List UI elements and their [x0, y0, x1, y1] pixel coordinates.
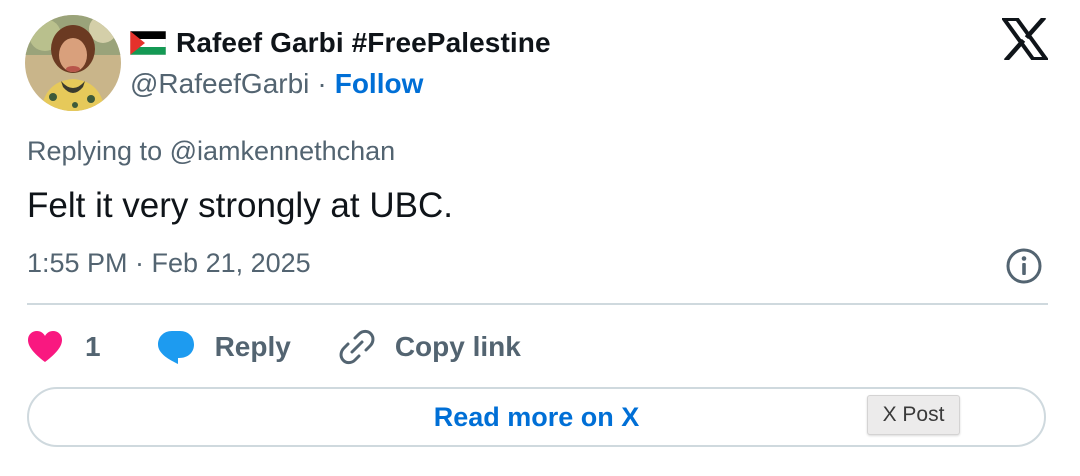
like-count: 1: [85, 331, 101, 362]
x-logo-icon[interactable]: [1002, 18, 1048, 60]
replying-to-handle[interactable]: @iamkennethchan: [170, 136, 396, 166]
replying-to-prefix: Replying to: [27, 136, 163, 166]
reply-bubble-icon: [157, 331, 194, 364]
author-name-row: Rafeef Garbi #FreePalestine: [130, 25, 551, 61]
heart-icon: [28, 331, 62, 362]
tweet-text: Felt it very strongly at UBC.: [27, 186, 453, 225]
reply-label: Reply: [214, 331, 291, 362]
palestine-flag-icon: [130, 31, 166, 55]
copy-link-button[interactable]: Copy link: [339, 329, 521, 365]
copy-link-label: Copy link: [394, 331, 521, 362]
replying-to-line: Replying to @iamkennethchan: [27, 136, 395, 167]
author-display-name[interactable]: Rafeef Garbi #FreePalestine: [176, 27, 551, 59]
tooltip: X Post: [867, 395, 960, 435]
avatar[interactable]: [25, 15, 121, 111]
link-icon: [339, 329, 375, 365]
handle-separator: ·: [317, 68, 327, 99]
embedded-post-card: Rafeef Garbi #FreePalestine @RafeefGarbi…: [0, 0, 1080, 476]
like-button[interactable]: 1: [27, 330, 101, 364]
tweet-timestamp[interactable]: 1:55 PM · Feb 21, 2025: [27, 248, 311, 279]
action-bar: 1 Reply Copy link: [27, 322, 521, 372]
follow-button[interactable]: Follow: [335, 68, 424, 100]
author-handle-row: @RafeefGarbi · Follow: [130, 66, 423, 102]
reply-button[interactable]: Reply: [157, 329, 291, 365]
author-handle[interactable]: @RafeefGarbi: [130, 68, 309, 100]
divider: [27, 303, 1048, 305]
read-more-label: Read more on X: [433, 401, 640, 432]
info-icon[interactable]: [1005, 247, 1043, 285]
